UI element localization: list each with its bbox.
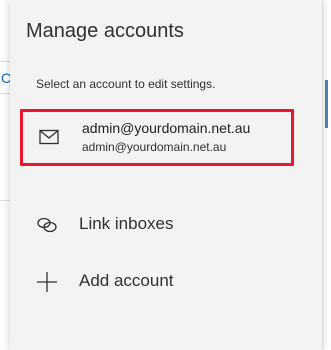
link-inboxes-label: Link inboxes [79,214,174,233]
account-item[interactable]: admin@yourdomain.net.au admin@yourdomain… [20,109,294,166]
link-icon [37,217,57,233]
mail-icon [39,129,59,145]
account-display-name: admin@yourdomain.net.au [82,120,251,136]
panel-title: Manage accounts [26,20,184,42]
add-account-button[interactable]: Add account [36,267,236,295]
add-account-label: Add account [79,271,174,290]
manage-accounts-panel: Manage accounts Select an account to edi… [10,0,322,350]
account-email: admin@yourdomain.net.au [82,140,227,154]
background-pane-right [323,0,331,350]
panel-subtitle: Select an account to edit settings. [36,77,216,91]
background-accent-bar [325,80,328,128]
plus-icon [37,272,57,292]
link-inboxes-button[interactable]: Link inboxes [36,210,236,238]
